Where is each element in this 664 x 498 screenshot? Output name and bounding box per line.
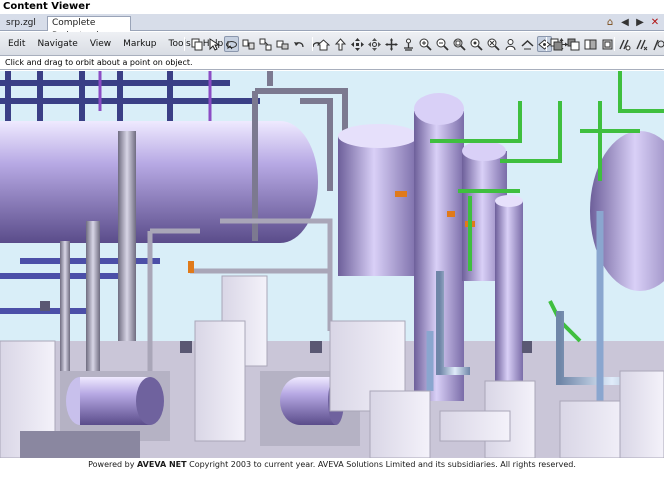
clip-icon[interactable] [634, 36, 649, 52]
zoom-extents-icon[interactable] [469, 36, 484, 52]
close-icon[interactable]: ✕ [649, 16, 661, 28]
zoom-out-icon[interactable] [435, 36, 450, 52]
toolbar-group-views [549, 36, 615, 52]
section-icon[interactable] [617, 36, 632, 52]
look-at-icon[interactable] [503, 36, 518, 52]
window-title: Content Viewer [3, 1, 90, 12]
copyright-notice: Powered by AVEVA NET Copyright 2003 to c… [0, 460, 664, 469]
status-bar: Click and drag to orbit about a point on… [0, 56, 664, 70]
undo-icon[interactable] [292, 36, 307, 52]
plant-model-render [0, 71, 664, 458]
distillation-column [338, 124, 418, 276]
status-message: Click and drag to orbit about a point on… [5, 58, 193, 67]
fly-icon[interactable] [384, 36, 399, 52]
title-bar: Content Viewer [0, 0, 664, 14]
menu-edit[interactable]: Edit [6, 32, 27, 56]
zoom-in-icon[interactable] [418, 36, 433, 52]
select-icon[interactable] [207, 36, 222, 52]
walk-icon[interactable] [241, 36, 256, 52]
pan-icon[interactable] [350, 36, 365, 52]
home-icon[interactable]: ⌂ [604, 16, 616, 28]
home-view-icon[interactable] [316, 36, 331, 52]
copy-icon[interactable] [190, 36, 205, 52]
footer-suffix: Copyright 2003 to current year. AVEVA So… [189, 460, 576, 469]
window-nav-buttons: ⌂ ◀ ▶ ✕ [604, 16, 661, 28]
footer-brand: AVEVA NET [137, 460, 187, 469]
menu-navigate[interactable]: Navigate [35, 32, 79, 56]
toolbar-separator [184, 37, 185, 51]
menu-markup[interactable]: Markup [121, 32, 158, 56]
view-side-icon[interactable] [583, 36, 598, 52]
toolbar-separator [312, 37, 313, 51]
toolbar-separator [546, 37, 547, 51]
forward-arrow-icon[interactable]: ▶ [634, 16, 646, 28]
toolbar-group-extra [617, 36, 664, 52]
menu-tools[interactable]: Tools [167, 32, 193, 56]
orbit-icon[interactable] [224, 36, 239, 52]
toolbar-group-navigation [316, 36, 569, 52]
zoom-selected-icon[interactable] [486, 36, 501, 52]
view-front-icon[interactable] [549, 36, 564, 52]
menu-toolbar: Edit Navigate View Markup Tools Help [0, 32, 664, 56]
pump-left [60, 371, 170, 441]
zoom-window-icon[interactable] [452, 36, 467, 52]
rotate-icon[interactable] [367, 36, 382, 52]
3d-model-viewport[interactable] [0, 71, 664, 458]
spin-icon[interactable] [520, 36, 535, 52]
measure-icon[interactable] [258, 36, 273, 52]
markup-icon[interactable] [275, 36, 290, 52]
view-top-icon[interactable] [566, 36, 581, 52]
toolbar-separator [614, 37, 615, 51]
view-iso-icon[interactable] [600, 36, 615, 52]
up-icon[interactable] [333, 36, 348, 52]
tab-complete-project[interactable]: Complete Project.zgl [47, 16, 131, 41]
menu-view[interactable]: View [88, 32, 113, 56]
level-icon[interactable] [401, 36, 416, 52]
document-tab-bar: srp.zgl Complete Project.zgl ⌂ ◀ ▶ ✕ [0, 14, 664, 41]
toolbar-group-edit [190, 36, 324, 52]
tab-srp[interactable]: srp.zgl [1, 16, 45, 31]
footer-prefix: Powered by [88, 460, 135, 469]
horizontal-vessel [0, 121, 318, 243]
settings-icon[interactable] [651, 36, 664, 52]
back-arrow-icon[interactable]: ◀ [619, 16, 631, 28]
footer: Powered by AVEVA NET Copyright 2003 to c… [0, 458, 664, 498]
